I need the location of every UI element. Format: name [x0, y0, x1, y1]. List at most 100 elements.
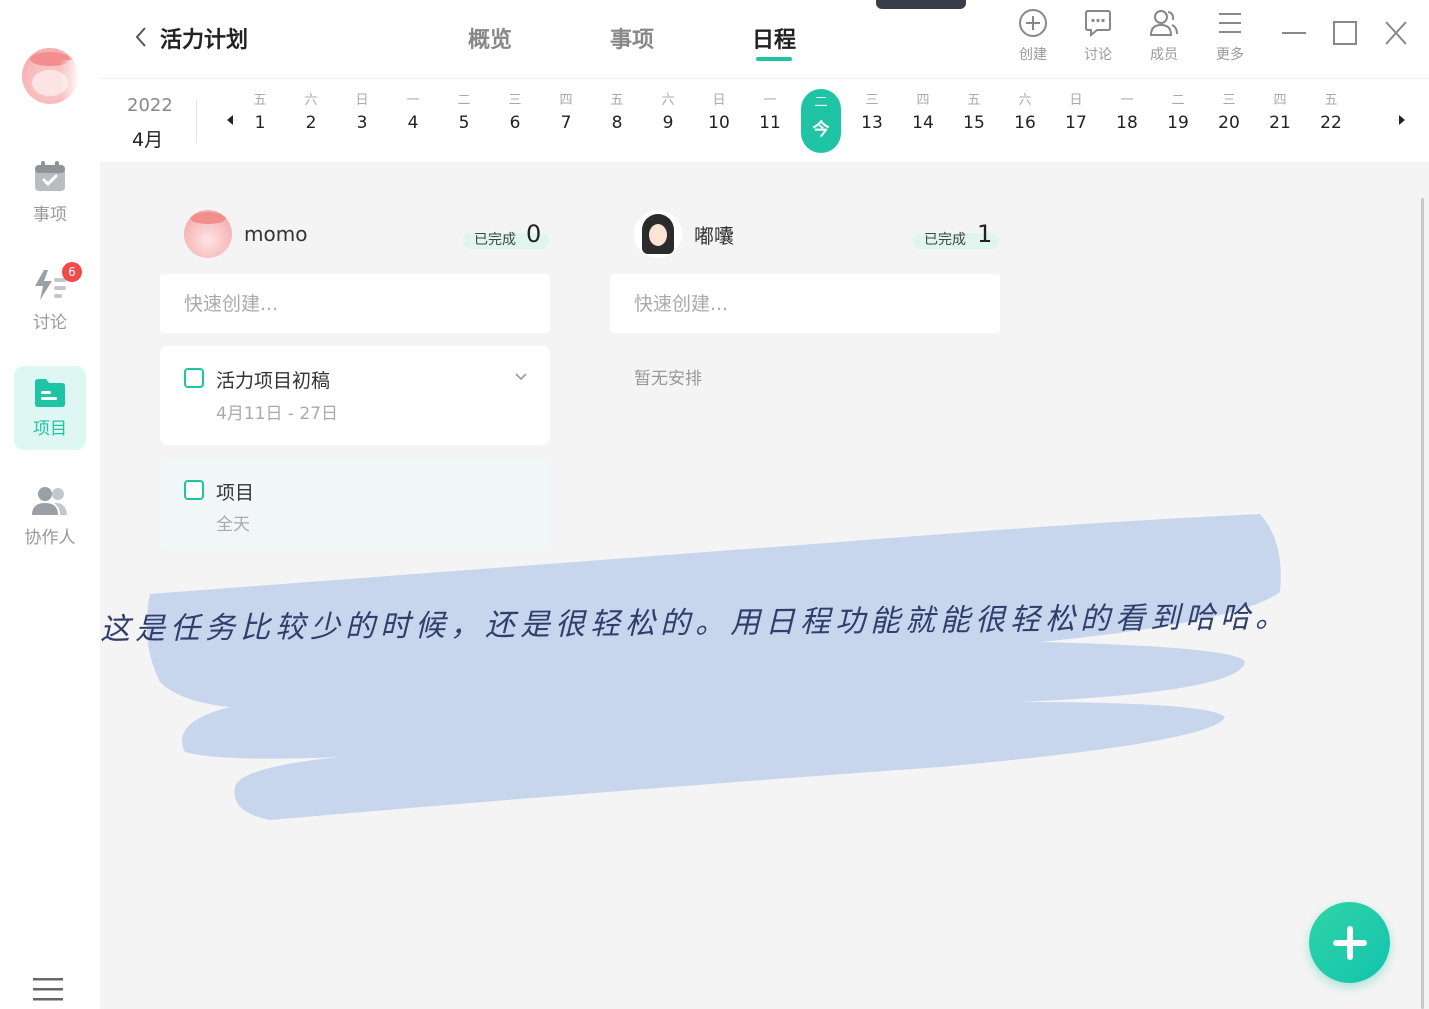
sidebar-item-projects[interactable]: 项目: [14, 366, 86, 450]
day-cell[interactable]: 四7: [546, 91, 586, 133]
day-cell[interactable]: 五1: [240, 91, 280, 133]
weekday-label: 五: [253, 93, 267, 108]
day-cell[interactable]: 六 16: [1005, 91, 1045, 133]
tab-schedule[interactable]: 日程: [752, 22, 796, 54]
day-cell[interactable]: 六2: [291, 91, 331, 133]
prev-week-icon[interactable]: [227, 115, 233, 125]
task-checkbox[interactable]: [184, 368, 204, 388]
day-cell[interactable]: 六9: [648, 91, 688, 133]
sidebar-item-tasks[interactable]: 事项: [14, 150, 86, 234]
hamburger-icon: [1219, 13, 1241, 33]
weekday-label: 五: [610, 93, 624, 108]
more-button[interactable]: 更多: [1205, 8, 1255, 64]
task-title: 项目: [216, 482, 255, 504]
task-card[interactable]: 活力项目初稿 4月11日 - 27日: [160, 346, 550, 445]
discuss-button[interactable]: 讨论: [1073, 8, 1123, 64]
top-bar: 活力计划 概览 事项 日程 创建 讨论 成员 更多: [100, 0, 1429, 78]
day-number: 8: [611, 113, 623, 133]
task-checkbox[interactable]: [184, 480, 204, 500]
day-cell[interactable]: 一 11: [750, 91, 790, 133]
day-number: 20: [1218, 113, 1240, 133]
day-number: 11: [759, 113, 781, 133]
quick-create-input[interactable]: [610, 274, 1000, 333]
weekday-label: 三: [1222, 93, 1236, 108]
completed-count: 0: [526, 220, 542, 248]
chevron-down-icon[interactable]: [514, 372, 528, 382]
recording-indicator: [876, 0, 966, 9]
day-number: 15: [963, 113, 985, 133]
maximize-icon[interactable]: [1333, 18, 1357, 48]
day-number: 19: [1167, 113, 1189, 133]
weekday-label: 二: [457, 93, 471, 108]
day-number: 10: [708, 113, 730, 133]
tab-overview[interactable]: 概览: [468, 22, 512, 54]
tool-label: 成员: [1150, 47, 1178, 63]
day-cell[interactable]: 二 19: [1158, 91, 1198, 133]
day-cell[interactable]: 一4: [393, 91, 433, 133]
day-cell[interactable]: 日3: [342, 91, 382, 133]
sidebar-item-label: 事项: [33, 204, 67, 225]
completed-count: 1: [977, 220, 993, 248]
active-tab-indicator: [756, 57, 792, 61]
day-number: 18: [1116, 113, 1138, 133]
tool-label: 讨论: [1084, 47, 1112, 63]
hamburger-menu-icon[interactable]: [33, 978, 63, 1002]
day-cell-today[interactable]: 二今: [801, 89, 841, 153]
day-cell[interactable]: 三6: [495, 91, 535, 133]
weekday-label: 二: [1171, 93, 1185, 108]
weekday-label: 五: [967, 93, 981, 108]
quick-create-input[interactable]: [160, 274, 550, 333]
day-number: 2: [305, 113, 317, 133]
day-number: 16: [1014, 113, 1036, 133]
weekday-label: 四: [1273, 93, 1287, 108]
sidebar-item-label: 项目: [33, 418, 67, 439]
weekday-label: 四: [916, 93, 930, 108]
day-number: 3: [356, 113, 368, 133]
weekday-label: 一: [763, 93, 777, 108]
tab-tasks[interactable]: 事项: [610, 22, 654, 54]
next-week-icon[interactable]: [1399, 115, 1405, 125]
day-cell[interactable]: 四 21: [1260, 91, 1300, 133]
completed-label: 已完成: [474, 232, 516, 248]
weekday-label: 一: [406, 93, 420, 108]
scrollbar[interactable]: [1421, 198, 1424, 1009]
sidebar-item-discuss[interactable]: 6 讨论: [14, 258, 86, 342]
day-number: 22: [1320, 113, 1342, 133]
create-button[interactable]: 创建: [1008, 8, 1058, 64]
day-cell[interactable]: 五 22: [1311, 91, 1351, 133]
task-title: 活力项目初稿: [216, 370, 331, 392]
sidebar-item-label: 协作人: [24, 527, 76, 548]
plus-circle-icon: [1019, 9, 1047, 37]
tool-label: 更多: [1216, 47, 1244, 63]
day-cell[interactable]: 三 13: [852, 91, 892, 133]
day-number: 5: [458, 113, 470, 133]
year-label: 2022: [127, 95, 173, 116]
day-number: 21: [1269, 113, 1291, 133]
day-cell[interactable]: 日 10: [699, 91, 739, 133]
completed-label: 已完成: [924, 232, 966, 248]
weekday-label: 日: [1069, 93, 1083, 108]
day-cell[interactable]: 五 15: [954, 91, 994, 133]
folder-icon: [35, 378, 65, 407]
date-strip: 2022 4月 五 1 六 2 日 3 一 4 二 5 三 6 四 7 五 8 六 9 日 10 一 11 二今三 13 四 14…: [100, 78, 1429, 162]
day-cell[interactable]: 五8: [597, 91, 637, 133]
calendar-check-icon: [35, 160, 65, 191]
day-cell[interactable]: 四 14: [903, 91, 943, 133]
weekday-label: 六: [1018, 93, 1032, 108]
day-cell[interactable]: 一 18: [1107, 91, 1147, 133]
weekday-label: 六: [304, 93, 318, 108]
tool-label: 创建: [1019, 47, 1047, 63]
close-icon[interactable]: [1384, 18, 1408, 48]
add-floating-button[interactable]: [1309, 902, 1390, 983]
day-cell[interactable]: 二5: [444, 91, 484, 133]
sidebar-item-collaborators[interactable]: 协作人: [14, 474, 86, 558]
back-chevron-icon[interactable]: [134, 26, 148, 48]
weekday-label: 三: [508, 93, 522, 108]
members-button[interactable]: 成员: [1139, 8, 1189, 64]
notification-badge: 6: [62, 262, 82, 282]
day-cell[interactable]: 三 20: [1209, 91, 1249, 133]
day-number: 13: [861, 113, 883, 133]
day-cell[interactable]: 日 17: [1056, 91, 1096, 133]
project-title: 活力计划: [160, 28, 249, 53]
minimize-icon[interactable]: [1282, 18, 1306, 48]
